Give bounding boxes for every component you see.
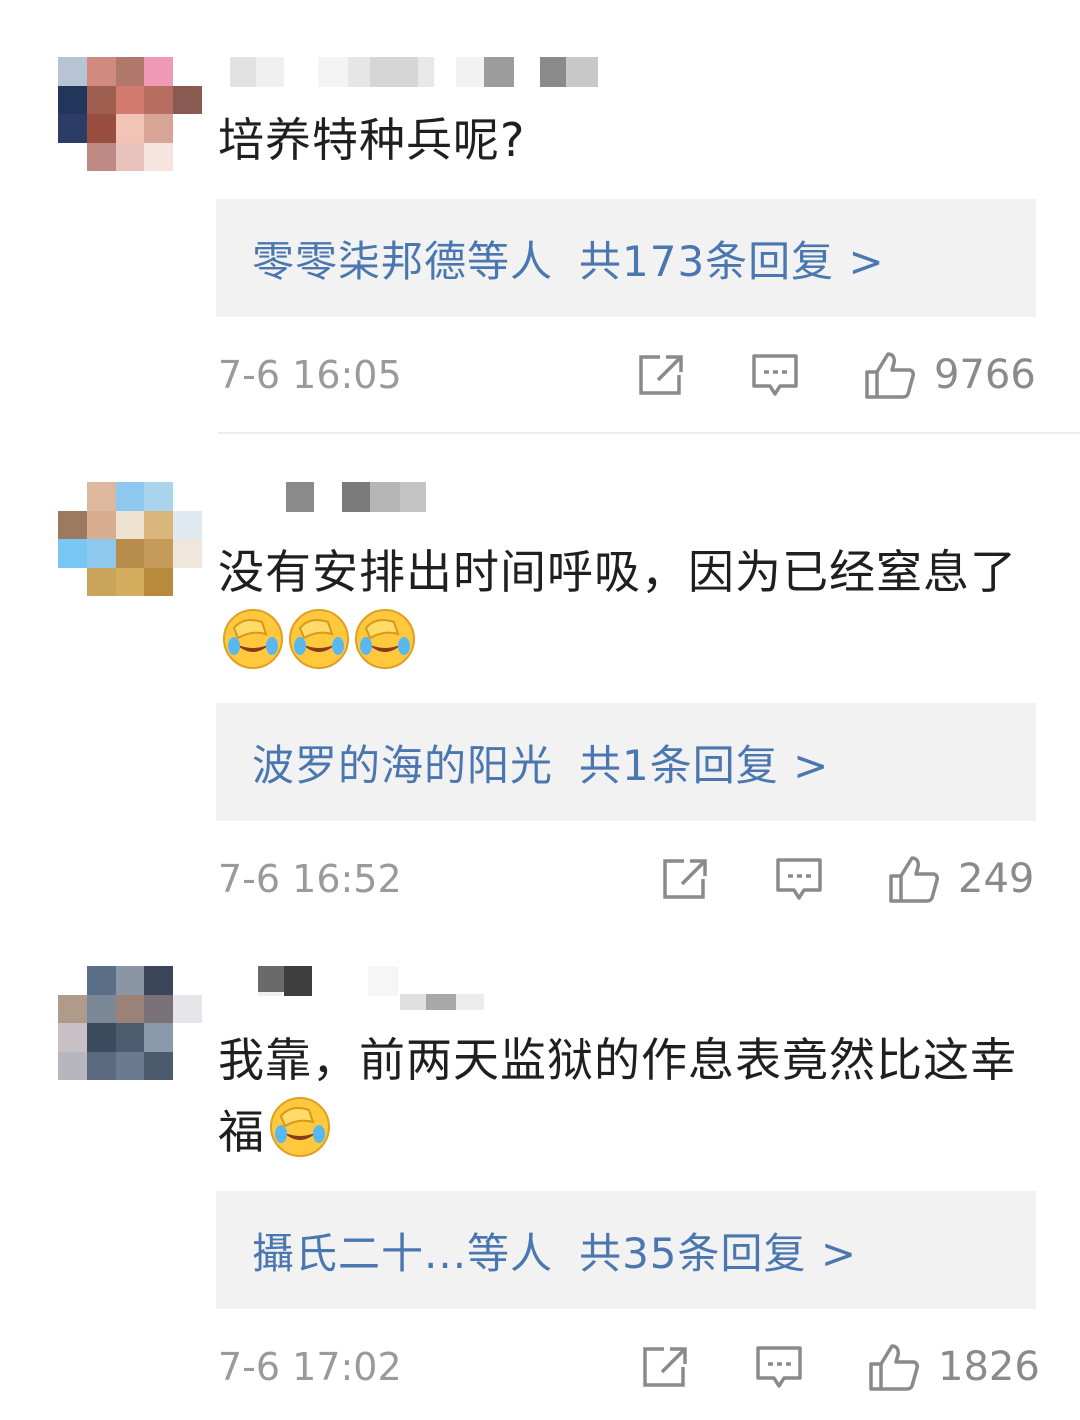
reply-summary[interactable]: 零零柒邦德等人 共173条回复 > [216,199,1036,317]
divider [218,432,1080,434]
comment-icon [752,354,798,396]
like-count: 1826 [938,1344,1040,1390]
thumbs-up-icon [869,1344,919,1391]
reply-users: 零零柒邦德等人 [252,236,554,286]
comment-icon [756,1346,802,1388]
comment-time: 7-6 16:05 [218,353,402,397]
thumbs-up-icon [889,856,939,903]
avatar[interactable] [58,57,202,171]
comment-text: 没有安排出时间呼吸，因为已经窒息了 [218,536,1018,680]
reply-summary[interactable]: 攝氏二十...等人 共35条回复 > [216,1191,1036,1309]
comment-time: 7-6 16:52 [218,857,402,901]
reply-count: 共35条回复 > [579,1228,858,1278]
share-button[interactable] [660,854,710,904]
comment-button[interactable] [774,854,824,904]
comment-time: 7-6 17:02 [218,1345,402,1389]
comment-text-content: 我靠，前两天监狱的作息表竟然比这幸福 [218,1033,1017,1159]
comment-text-content: 没有安排出时间呼吸，因为已经窒息了 [218,545,1017,599]
reply-users: 波罗的海的阳光 [252,740,554,790]
comment-meta: 7-6 16:05 9766 [218,350,1036,400]
share-button[interactable] [636,350,686,400]
facepalm-laughing-emoji [222,608,284,670]
reply-count: 共1条回复 > [579,740,830,790]
like-count: 249 [958,856,1035,902]
comment-text: 培养特种兵呢? [218,113,526,167]
reply-summary[interactable]: 波罗的海的阳光 共1条回复 > [216,703,1036,821]
reply-users: 攝氏二十...等人 [252,1228,554,1278]
facepalm-laughing-emoji [288,608,350,670]
comment-button[interactable] [750,350,800,400]
comment-meta: 7-6 16:52 249 [218,854,1036,904]
like-button[interactable]: 1826 [868,1342,1040,1392]
like-count: 9766 [934,352,1036,398]
avatar[interactable] [58,482,202,596]
comment-button[interactable] [754,1342,804,1392]
share-icon [663,859,707,899]
like-button[interactable]: 249 [888,854,1034,904]
share-icon [643,1347,687,1387]
facepalm-laughing-emoji [269,1096,331,1158]
facepalm-laughing-emoji [354,608,416,670]
share-icon [639,355,683,395]
reply-count: 共173条回复 > [579,236,885,286]
share-button[interactable] [640,1342,690,1392]
comment-text: 我靠，前两天监狱的作息表竟然比这幸福 [218,1024,1018,1168]
thumbs-up-icon [865,352,915,399]
like-button[interactable]: 9766 [864,350,1036,400]
comment-meta: 7-6 17:02 1826 [218,1342,1040,1392]
comment-icon [776,858,822,900]
avatar[interactable] [58,966,202,1080]
